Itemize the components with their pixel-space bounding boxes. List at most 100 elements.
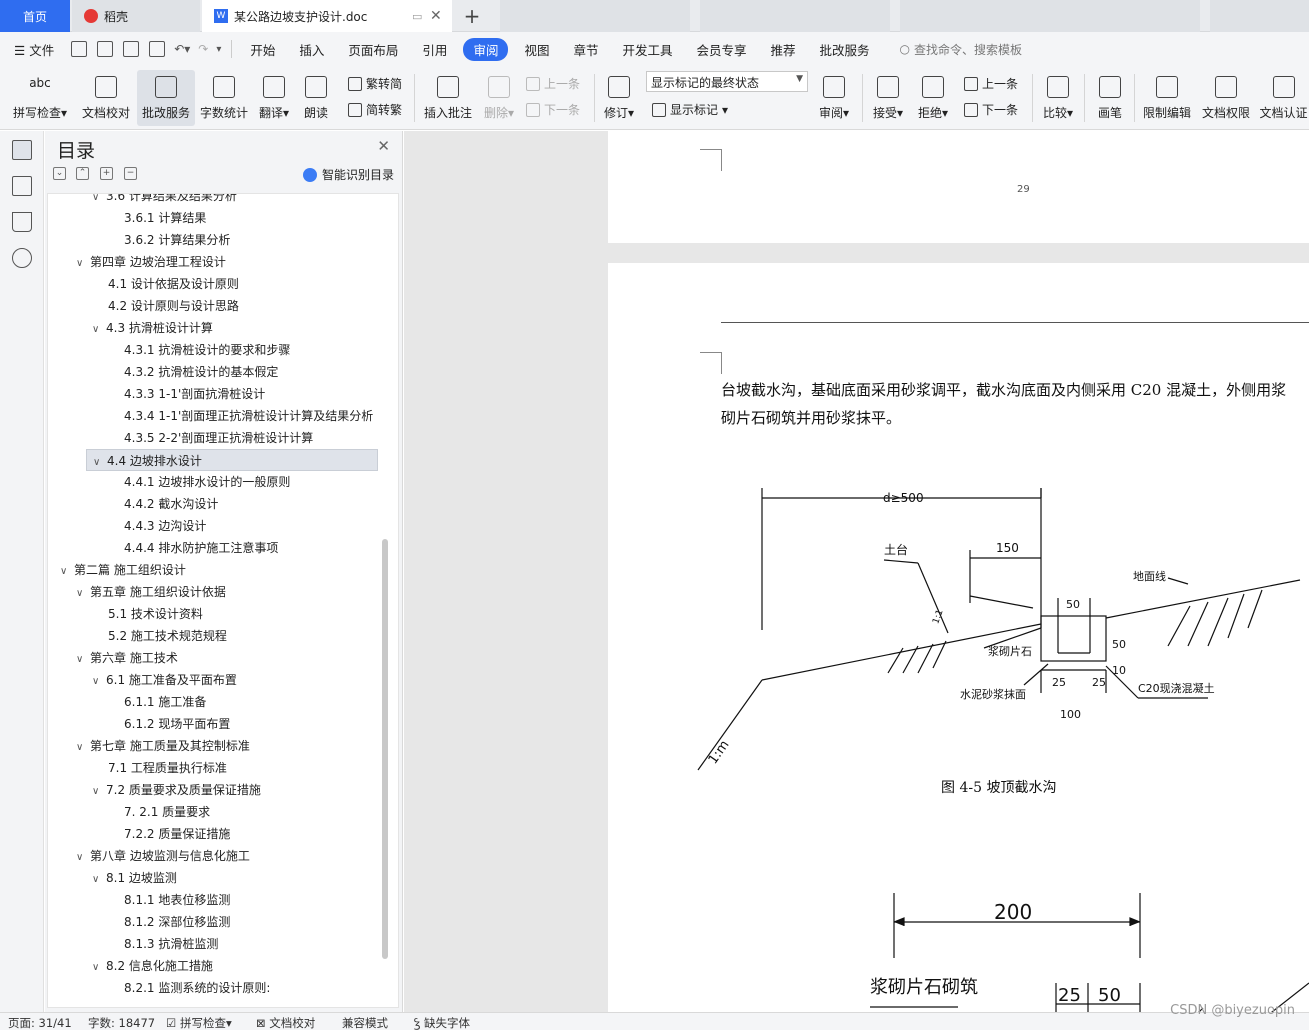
delete-comment-button[interactable]: 删除▾	[480, 70, 518, 126]
read-aloud-button[interactable]: 朗读	[298, 70, 334, 126]
markup-state-select[interactable]: 显示标记的最终状态 ▼	[646, 71, 808, 92]
toc-item[interactable]: 7.1 工程质量执行标准	[48, 757, 388, 779]
toc-item[interactable]: 5.1 技术设计资料	[48, 603, 388, 625]
chevron-down-icon[interactable]: ∨	[92, 194, 106, 207]
menu-item-member[interactable]: 会员专享	[685, 40, 759, 59]
toc-item[interactable]: 4.2 设计原则与设计思路	[48, 295, 388, 317]
toc-item[interactable]: ∨ 8.2 信息化施工措施	[48, 955, 388, 977]
chevron-down-icon[interactable]: ∨	[76, 583, 90, 603]
menu-item-devtools[interactable]: 开发工具	[610, 40, 684, 59]
toc-item[interactable]: 8.1.3 抗滑桩监测	[48, 933, 388, 955]
pen-button[interactable]: 画笔	[1092, 70, 1128, 126]
toc-item[interactable]: ∨ 4.4 边坡排水设计	[86, 449, 378, 471]
spellcheck-status[interactable]: ☑ 拼写检查▾	[166, 1015, 232, 1031]
toc-item[interactable]: ∨ 3.6 计算结果及结果分析	[48, 194, 388, 207]
restrict-edit-button[interactable]: 限制编辑	[1140, 70, 1194, 126]
menu-item-section[interactable]: 章节	[561, 40, 610, 59]
page-indicator[interactable]: 页面: 31/41	[8, 1015, 72, 1031]
show-markup-button[interactable]: 显示标记 ▾	[652, 101, 728, 118]
prev-comment-button[interactable]: 上一条	[526, 75, 580, 92]
toc-item[interactable]: ∨ 第八章 边坡监测与信息化施工	[48, 845, 388, 867]
menu-item-start[interactable]: 开始	[238, 40, 287, 59]
toc-item[interactable]: ∨ 第四章 边坡治理工程设计	[48, 251, 388, 273]
new-tab-button[interactable]: +	[460, 0, 484, 32]
compare-button[interactable]: 比较▾	[1038, 70, 1078, 126]
menu-item-layout[interactable]: 页面布局	[336, 40, 410, 59]
chevron-down-icon[interactable]: ∨	[76, 847, 90, 867]
tab-close-icon[interactable]: ✕	[430, 8, 442, 24]
simp-to-trad-button[interactable]: 简转繁	[348, 101, 402, 118]
remove-entry-icon[interactable]: −	[124, 167, 137, 180]
word-count-button[interactable]: 字数统计	[198, 70, 250, 126]
save-icon[interactable]	[71, 41, 88, 57]
toc-item[interactable]: 6.1.1 施工准备	[48, 691, 388, 713]
document-canvas[interactable]: 29 台坡截水沟，基础底面采用砂浆调平，截水沟底面及内侧采用 C20 混凝土，外…	[404, 131, 1309, 1012]
toc-item[interactable]: 8.1.2 深部位移监测	[48, 911, 388, 933]
menu-item-recommend[interactable]: 推荐	[759, 40, 808, 59]
chevron-down-icon[interactable]: ∨	[60, 561, 74, 581]
chevron-down-icon[interactable]: ∨	[92, 869, 106, 889]
toc-item[interactable]: 4.4.2 截水沟设计	[48, 493, 388, 515]
menu-item-insert[interactable]: 插入	[287, 40, 336, 59]
toc-item[interactable]: 4.3.4 1-1'剖面理正抗滑桩设计计算及结果分析	[48, 405, 388, 427]
toc-item[interactable]: 3.6.1 计算结果	[48, 207, 388, 229]
toc-item[interactable]: 4.1 设计依据及设计原则	[48, 273, 388, 295]
chevron-down-icon[interactable]: ∨	[92, 957, 106, 977]
add-entry-icon[interactable]: +	[100, 167, 113, 180]
chevron-down-icon[interactable]: ∨	[92, 671, 106, 691]
next-change-button[interactable]: 下一条	[964, 101, 1018, 118]
undo-icon[interactable]: ↶▾	[174, 42, 190, 56]
next-comment-button[interactable]: 下一条	[526, 101, 580, 118]
doc-permission-button[interactable]: 文档权限	[1199, 70, 1253, 126]
trad-to-simp-button[interactable]: 繁转简	[348, 75, 402, 92]
expand-up-icon[interactable]: ⌃	[76, 167, 89, 180]
chevron-down-icon[interactable]: ∨	[76, 737, 90, 757]
toc-scrollbar[interactable]	[382, 539, 388, 959]
toc-item[interactable]: ∨ 7.2 质量要求及质量保证措施	[48, 779, 388, 801]
doc-proof-status[interactable]: ⊠ 文档校对	[256, 1015, 315, 1031]
toc-item[interactable]: 4.4.4 排水防护施工注意事项	[48, 537, 388, 559]
prev-change-button[interactable]: 上一条	[964, 75, 1018, 92]
export-pdf-icon[interactable]	[97, 41, 114, 57]
command-search[interactable]: ○ 查找命令、搜索模板	[900, 41, 1023, 58]
chevron-down-icon[interactable]: ∨	[92, 781, 106, 801]
toc-item[interactable]: 7. 2.1 质量要求	[48, 801, 388, 823]
bookmark-icon[interactable]	[12, 212, 32, 232]
toc-item[interactable]: 4.3.5 2-2'剖面理正抗滑桩设计计算	[48, 427, 388, 449]
track-changes-button[interactable]: 修订▾	[600, 70, 638, 126]
accept-button[interactable]: 接受▾	[868, 70, 908, 126]
toc-item[interactable]: 4.4.3 边沟设计	[48, 515, 388, 537]
toc-item[interactable]: ∨ 第五章 施工组织设计依据	[48, 581, 388, 603]
toc-item[interactable]: ∨ 第六章 施工技术	[48, 647, 388, 669]
doc-proof-button[interactable]: 文档校对	[78, 70, 134, 126]
menu-item-view[interactable]: 视图	[512, 40, 561, 59]
toc-item[interactable]: ∨ 第七章 施工质量及其控制标准	[48, 735, 388, 757]
chapter-nav-icon[interactable]	[12, 176, 32, 196]
chevron-down-icon[interactable]: ∨	[76, 649, 90, 669]
search-icon[interactable]	[12, 248, 32, 268]
review-pane-button[interactable]: 审阅▾	[814, 70, 854, 126]
window-restore-icon[interactable]: ▭	[412, 10, 422, 23]
correction-service-button[interactable]: 批改服务	[137, 70, 195, 126]
reject-button[interactable]: 拒绝▾	[913, 70, 953, 126]
toc-item[interactable]: 6.1.2 现场平面布置	[48, 713, 388, 735]
file-menu[interactable]: ☰ 文件	[0, 40, 66, 59]
spellcheck-button[interactable]: abc 拼写检查▾	[8, 70, 72, 126]
toc-item[interactable]: 4.3.3 1-1'剖面抗滑桩设计	[48, 383, 388, 405]
word-count-status[interactable]: 字数: 18477	[88, 1015, 155, 1031]
quick-access-dropdown-icon[interactable]: ▾	[216, 44, 221, 55]
tab-daoke[interactable]: 稻壳	[72, 0, 200, 32]
translate-button[interactable]: 翻译▾	[254, 70, 294, 126]
menu-item-review[interactable]: 审阅	[463, 37, 509, 61]
chevron-down-icon[interactable]: ∨	[76, 253, 90, 273]
toc-item[interactable]: ∨ 4.3 抗滑桩设计计算	[48, 317, 388, 339]
doc-certify-button[interactable]: 文档认证	[1258, 70, 1309, 126]
insert-comment-button[interactable]: 插入批注	[420, 70, 476, 126]
chevron-down-icon[interactable]: ∨	[93, 452, 107, 470]
toc-item[interactable]: 5.2 施工技术规范规程	[48, 625, 388, 647]
menu-item-correction[interactable]: 批改服务	[808, 40, 882, 59]
toc-item[interactable]: 8.1.1 地表位移监测	[48, 889, 388, 911]
collapse-all-icon[interactable]: ⌄	[53, 167, 66, 180]
close-icon[interactable]: ✕	[377, 137, 390, 155]
toc-item[interactable]: ∨ 第二篇 施工组织设计	[48, 559, 388, 581]
